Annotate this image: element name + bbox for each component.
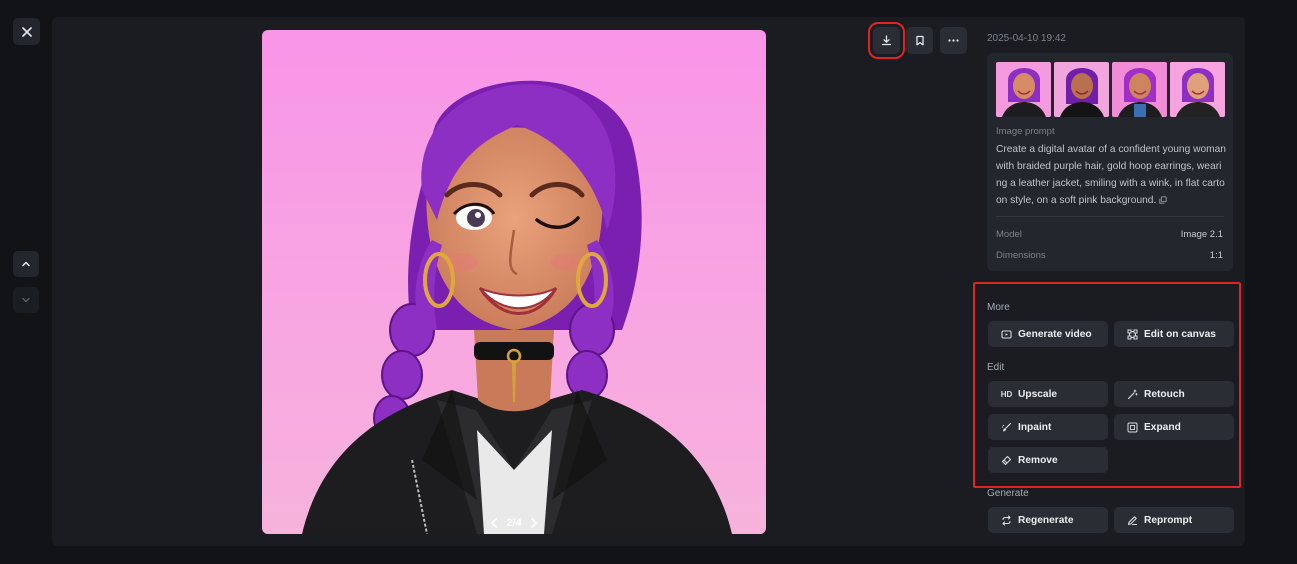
chevron-down-icon — [22, 297, 30, 303]
close-icon — [21, 26, 32, 37]
video-icon — [1001, 329, 1012, 340]
thumbnail[interactable] — [1170, 62, 1225, 117]
bookmark-icon — [915, 35, 924, 46]
chevron-right-icon[interactable] — [530, 518, 538, 528]
canvas-icon — [1127, 329, 1138, 340]
meta-row-model: Model Image 2.1 — [996, 229, 1223, 240]
chevron-up-icon — [22, 261, 30, 267]
thumbnail[interactable] — [1054, 62, 1109, 117]
meta-value: Image 2.1 — [1180, 229, 1223, 240]
download-icon — [881, 35, 892, 46]
meta-row-dimensions: Dimensions 1:1 — [996, 250, 1223, 261]
button-label: Upscale — [1018, 388, 1058, 400]
image-pager: 2/4 — [262, 512, 766, 534]
close-button[interactable] — [13, 18, 40, 45]
generate-video-button[interactable]: Generate video — [988, 321, 1108, 347]
pencil-icon — [1127, 515, 1138, 526]
pager-counter: 2/4 — [506, 517, 522, 529]
regenerate-button[interactable]: Regenerate — [988, 507, 1108, 533]
regenerate-icon — [1001, 514, 1012, 526]
button-label: Reprompt — [1144, 514, 1193, 526]
button-label: Retouch — [1144, 388, 1185, 400]
magic-wand-icon — [1127, 389, 1138, 400]
thumbnail-strip — [996, 62, 1225, 117]
thumbnail[interactable] — [1112, 62, 1167, 117]
section-edit-label: Edit — [987, 362, 1005, 373]
remove-button[interactable]: Remove — [988, 447, 1108, 473]
section-generate-label: Generate — [987, 488, 1029, 499]
upscale-button[interactable]: HD Upscale — [988, 381, 1108, 407]
bookmark-button[interactable] — [906, 27, 933, 54]
retouch-button[interactable]: Retouch — [1114, 381, 1234, 407]
meta-value: 1:1 — [1209, 250, 1223, 261]
chevron-left-icon[interactable] — [490, 518, 498, 528]
hd-icon: HD — [1000, 389, 1013, 399]
button-label: Remove — [1018, 454, 1058, 466]
inpaint-button[interactable]: Inpaint — [988, 414, 1108, 440]
prompt-text[interactable]: Create a digital avatar of a confident y… — [996, 141, 1226, 209]
download-button[interactable] — [868, 22, 905, 59]
eraser-icon — [1001, 455, 1012, 466]
thumbnail[interactable] — [996, 62, 1051, 117]
prompt-body: Create a digital avatar of a confident y… — [996, 144, 1226, 206]
image-info-card: Image prompt Create a digital avatar of … — [987, 53, 1233, 271]
more-options-button[interactable] — [940, 27, 967, 54]
edit-on-canvas-button[interactable]: Edit on canvas — [1114, 321, 1234, 347]
created-timestamp: 2025-04-10 19:42 — [987, 33, 1066, 44]
previous-image-button[interactable] — [13, 251, 39, 277]
reprompt-button[interactable]: Reprompt — [1114, 507, 1234, 533]
button-label: Regenerate — [1018, 514, 1074, 526]
button-label: Edit on canvas — [1144, 328, 1216, 340]
expand-button[interactable]: Expand — [1114, 414, 1234, 440]
copy-icon[interactable] — [1159, 196, 1167, 204]
meta-key: Model — [996, 229, 1022, 240]
next-image-button[interactable] — [13, 287, 39, 313]
main-image[interactable]: 2/4 — [262, 30, 766, 534]
divider — [996, 216, 1224, 217]
expand-icon — [1127, 422, 1138, 433]
prompt-label: Image prompt — [996, 126, 1055, 137]
brush-icon — [1001, 422, 1012, 433]
avatar-illustration — [262, 30, 766, 534]
button-label: Expand — [1144, 421, 1181, 433]
section-more-label: More — [987, 302, 1010, 313]
button-label: Inpaint — [1018, 421, 1052, 433]
more-horizontal-icon — [948, 39, 959, 42]
meta-key: Dimensions — [996, 250, 1046, 261]
button-label: Generate video — [1018, 328, 1092, 340]
